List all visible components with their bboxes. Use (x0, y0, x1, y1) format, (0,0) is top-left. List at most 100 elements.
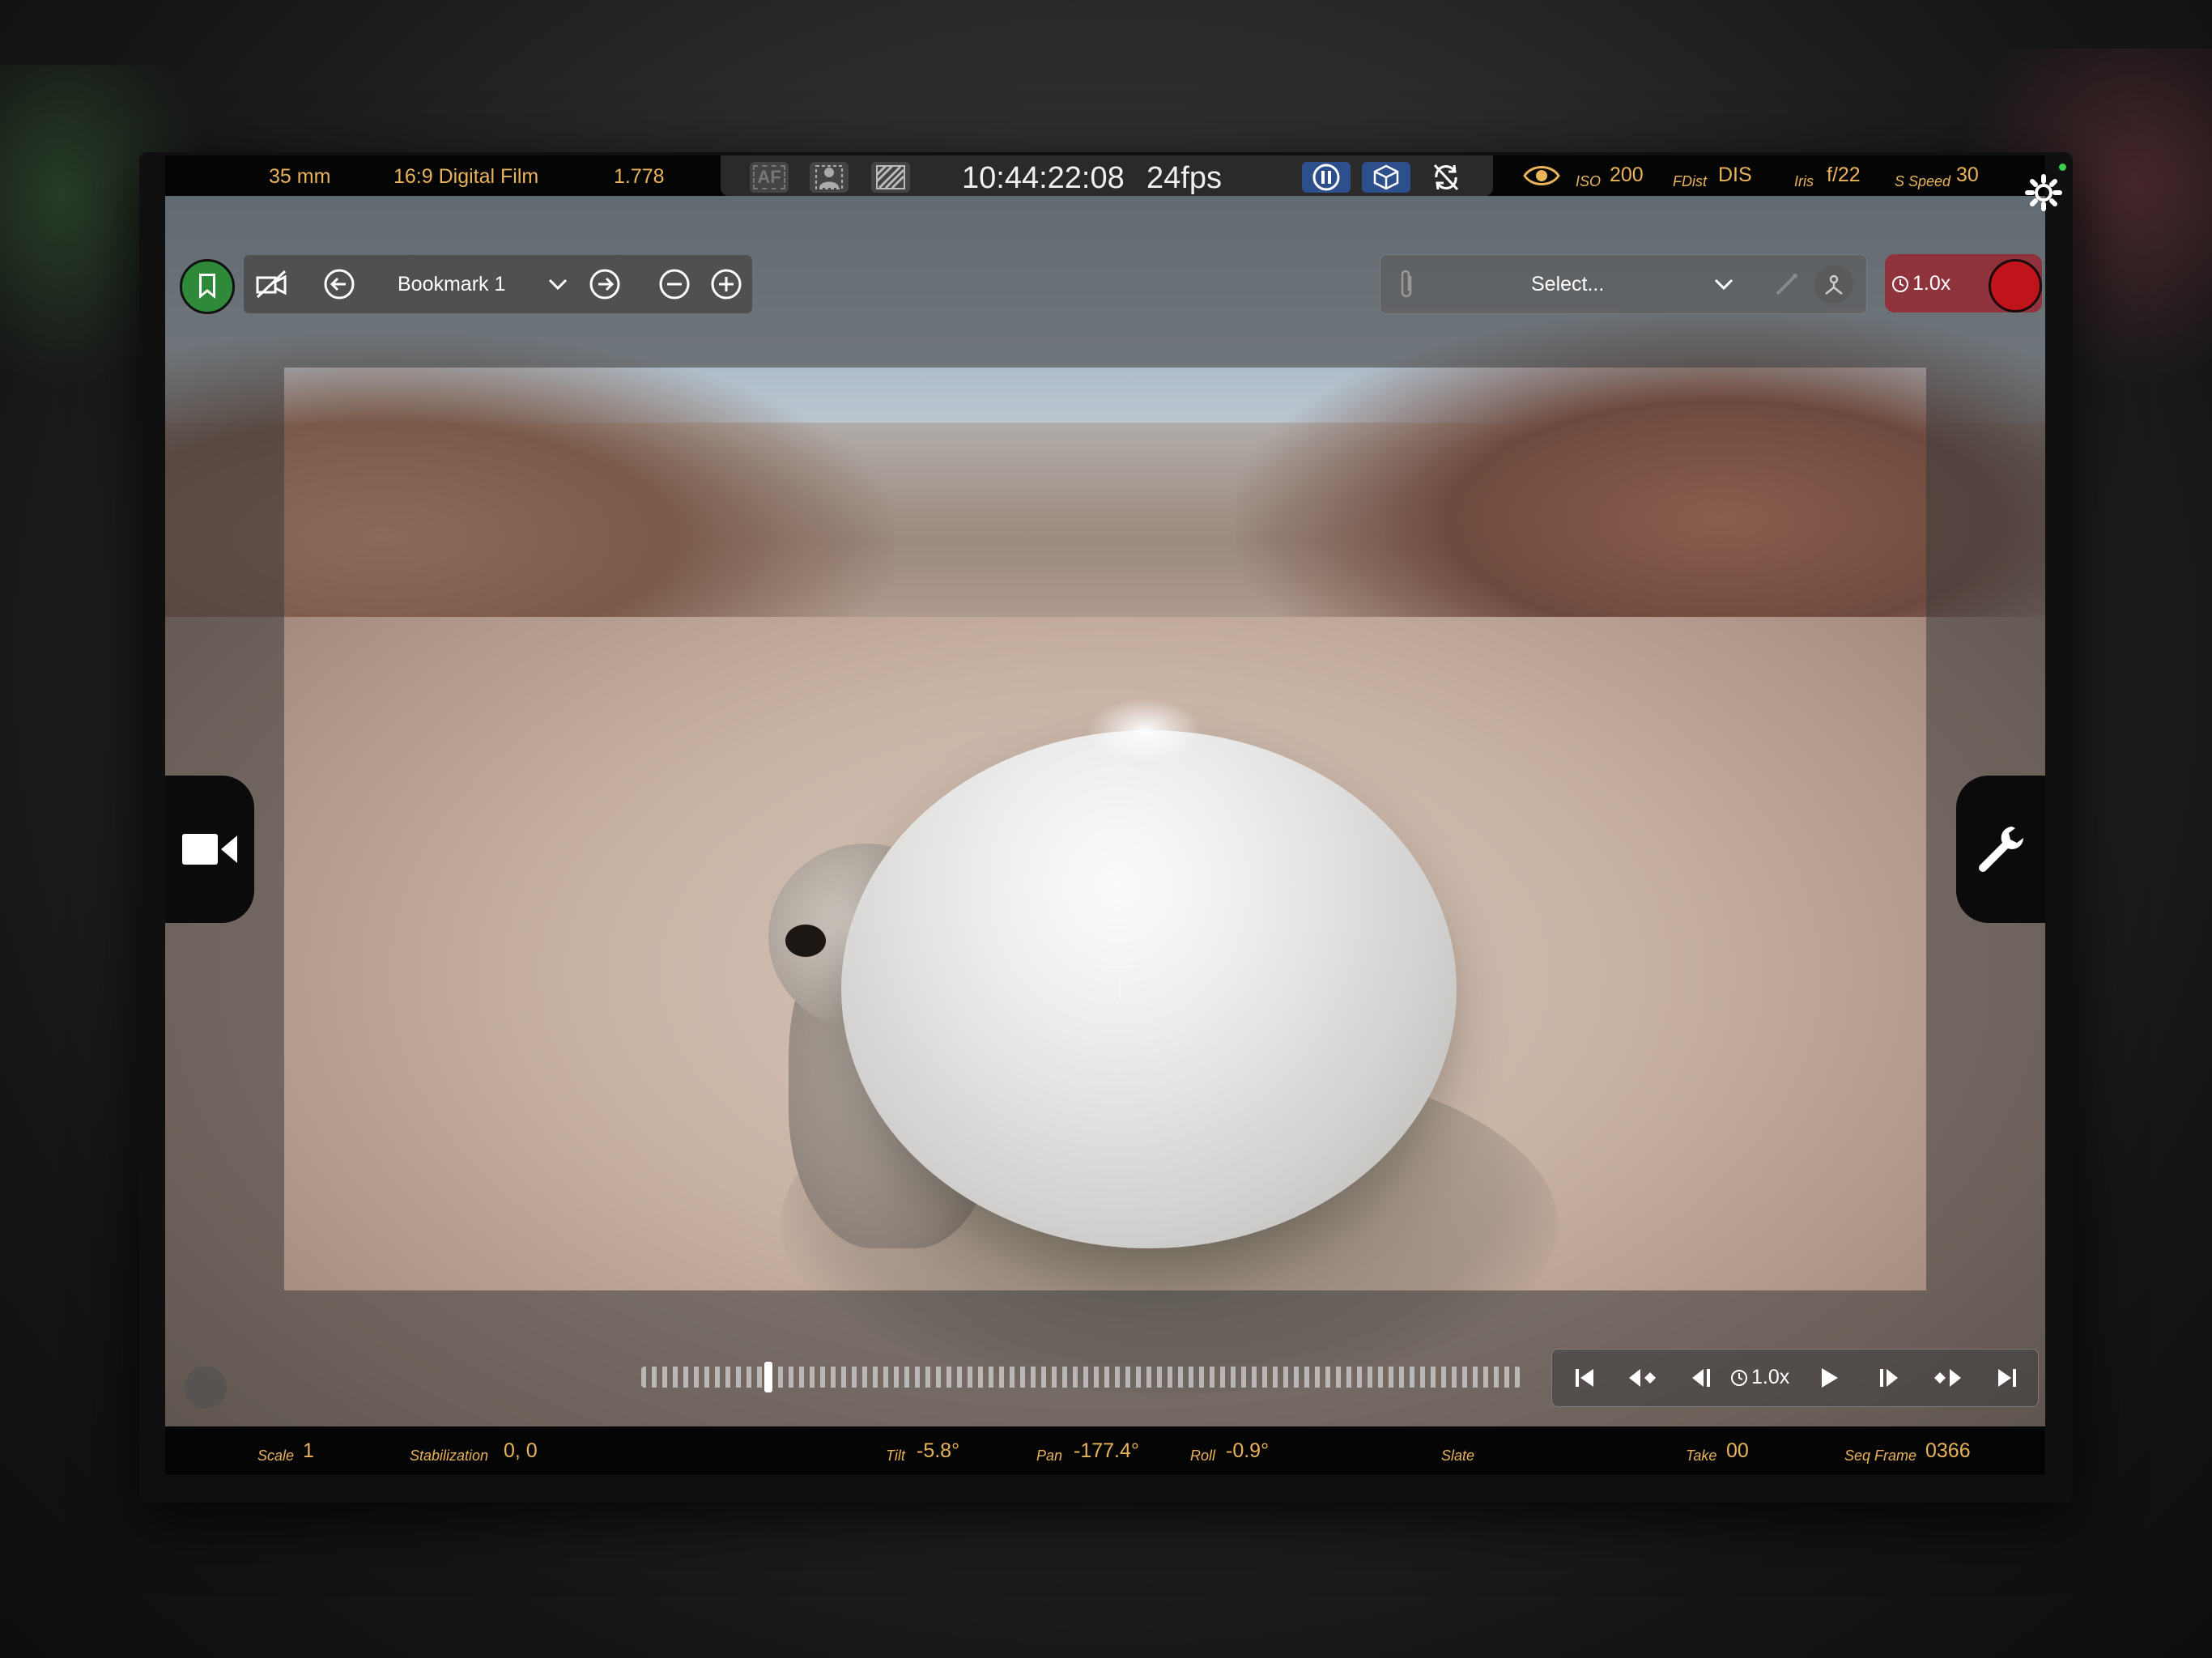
camera-viewport[interactable]: Bookmark 1 Select... 1.0x 1.0x (165, 196, 2045, 1426)
meerkat-eye-left (785, 925, 826, 957)
skip-to-end-button[interactable] (1988, 1358, 2027, 1397)
iso-label: ISO (1576, 173, 1602, 189)
play-button[interactable] (1810, 1358, 1848, 1397)
format-label[interactable]: 16:9 Digital Film (393, 165, 538, 189)
tablet-device: 35 mm 16:9 Digital Film 1.778 AF 10:44:2… (139, 152, 2073, 1503)
prev-frame-button[interactable] (1682, 1358, 1721, 1397)
prev-bookmark-button[interactable] (320, 265, 359, 304)
stabilization-value[interactable]: 0, 0 (504, 1439, 538, 1463)
bookmark-name[interactable]: Bookmark 1 (398, 273, 505, 296)
next-frame-button[interactable] (1870, 1358, 1908, 1397)
arrow-left-icon (324, 269, 355, 300)
camera-off-icon (256, 270, 287, 299)
record-group: 1.0x (1885, 254, 2042, 312)
giant-egg (841, 730, 1457, 1248)
chevron-down-icon (1714, 278, 1733, 291)
zebra-toggle[interactable] (871, 162, 910, 193)
clock-icon (1892, 275, 1908, 292)
camera-panel-tab[interactable] (165, 776, 254, 923)
wand-button[interactable] (1767, 265, 1806, 304)
app-screen: 35 mm 16:9 Digital Film 1.778 AF 10:44:2… (165, 155, 2045, 1475)
minus-circle-icon (659, 269, 690, 300)
eye-toggle[interactable] (1522, 162, 1561, 193)
settings-gear-icon (2025, 174, 2062, 211)
next-bookmark-button[interactable] (585, 265, 624, 304)
select-dropdown-chevron[interactable] (1704, 265, 1743, 304)
bottom-info-bar: Scale 1 Stabilization 0, 0 Tilt -5.8° Pa… (165, 1426, 2045, 1475)
status-indicator-dot (2059, 164, 2066, 171)
bookmark-dropdown[interactable] (538, 265, 577, 304)
roll-value: -0.9° (1226, 1439, 1270, 1462)
remove-bookmark-button[interactable] (655, 265, 694, 304)
tilt-value: -5.8° (917, 1439, 960, 1462)
tools-panel-tab[interactable] (1956, 776, 2045, 923)
arrow-right-icon (589, 269, 620, 300)
center-crosshair-v (1119, 978, 1121, 1001)
timecode: 10:44:22:08 (962, 161, 1125, 195)
aspect-ratio[interactable]: 1.778 (614, 165, 665, 189)
skip-to-start-button[interactable] (1565, 1358, 1604, 1397)
iso-value[interactable]: 200 (1610, 164, 1644, 187)
record-button[interactable] (1989, 259, 2042, 312)
clock-icon (1731, 1369, 1747, 1386)
shutter-speed-value[interactable]: 30 (1956, 164, 1979, 187)
center-crosshair-h (1103, 966, 1137, 967)
next-keyframe-button[interactable] (1928, 1358, 1967, 1397)
top-center-panel: AF 10:44:22:08 24fps (721, 155, 1493, 196)
rig-button[interactable] (1814, 265, 1853, 304)
focal-length[interactable]: 35 mm (269, 165, 330, 189)
fdist-value[interactable]: DIS (1718, 164, 1752, 187)
wrench-icon (1979, 827, 2023, 872)
record-speed-button[interactable]: 1.0x (1891, 272, 1950, 295)
chevron-down-icon (548, 278, 568, 291)
bookmark-button[interactable] (180, 259, 235, 314)
zebra-icon (876, 165, 905, 189)
frame-back-icon (1692, 1369, 1710, 1387)
cube-icon (1373, 164, 1399, 190)
fps-readout[interactable]: 24fps (1146, 161, 1222, 196)
take-select[interactable]: Select... (1531, 273, 1604, 296)
transport-controls: 1.0x (1551, 1349, 2039, 1407)
take-label: Take (1686, 1448, 1717, 1464)
add-bookmark-button[interactable] (707, 265, 746, 304)
frame-forward-icon (1880, 1369, 1898, 1387)
tilt-label: Tilt (886, 1448, 905, 1464)
prev-keyframe-button[interactable] (1623, 1358, 1662, 1397)
af-icon: AF (753, 165, 785, 189)
scale-label: Scale (257, 1448, 295, 1464)
timeline-playhead[interactable] (764, 1362, 773, 1392)
bookmark-toolbar: Bookmark 1 (243, 254, 753, 314)
playback-speed-button[interactable]: 1.0x (1730, 1366, 1789, 1389)
hide-bookmark-button[interactable] (252, 265, 291, 304)
rig-icon (1825, 274, 1843, 295)
scale-value[interactable]: 1 (303, 1439, 314, 1463)
bookmark-icon (199, 274, 215, 299)
egg-glint (1088, 698, 1202, 763)
timeline-scrubber-track[interactable] (641, 1367, 1521, 1388)
fdist-label: FDist (1673, 173, 1707, 189)
iris-value[interactable]: f/22 (1827, 164, 1861, 187)
settings-button[interactable] (2023, 172, 2065, 214)
take-select-group: Select... (1380, 254, 1867, 314)
video-camera-icon (182, 834, 237, 865)
step-back-key-icon (1629, 1369, 1656, 1387)
af-toggle[interactable]: AF (750, 162, 789, 193)
camera-mini-button[interactable] (185, 1367, 227, 1409)
step-forward-key-icon (1934, 1369, 1961, 1387)
iris-label: Iris (1794, 173, 1814, 189)
pause-toggle[interactable] (1302, 162, 1351, 193)
sync-icon (1433, 164, 1459, 191)
playback-speed-value: 1.0x (1751, 1366, 1790, 1388)
record-speed-value: 1.0x (1912, 272, 1951, 295)
face-detect-toggle[interactable] (810, 162, 849, 193)
skip-end-icon (1998, 1369, 2016, 1387)
pause-icon (1312, 164, 1340, 191)
play-icon (1822, 1368, 1838, 1388)
seq-frame-value: 0366 (1925, 1439, 1971, 1462)
slate-label[interactable]: Slate (1441, 1448, 1474, 1465)
ar-cube-toggle[interactable] (1362, 162, 1410, 193)
sync-toggle[interactable] (1422, 162, 1470, 193)
attach-button[interactable] (1387, 265, 1426, 304)
take-value[interactable]: 00 (1726, 1439, 1749, 1463)
skip-start-icon (1576, 1369, 1593, 1387)
